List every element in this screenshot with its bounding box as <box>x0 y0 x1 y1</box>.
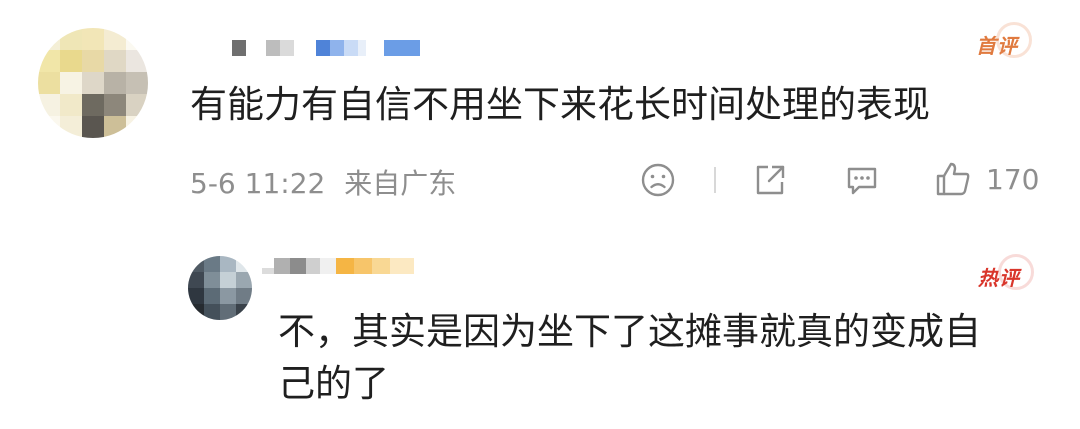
reply-text-line: 己的了 <box>278 362 389 405</box>
comment-button[interactable] <box>844 162 880 198</box>
reply-username[interactable] <box>262 258 414 274</box>
share-button[interactable] <box>752 162 788 198</box>
dislike-face-icon <box>641 163 675 197</box>
badge-decoration-icon <box>996 22 1032 58</box>
share-icon <box>756 165 785 195</box>
comment-icon <box>847 167 877 195</box>
like-count: 170 <box>986 162 1040 196</box>
like-button[interactable]: 170 <box>934 160 1039 198</box>
hot-comment-badge: 热评 <box>978 254 1034 291</box>
reply-text-line: 不，其实是因为坐下了这摊事就真的变成自 <box>278 310 981 353</box>
reply-text: 不，其实是因为坐下了这摊事就真的变成自 己的了 <box>278 306 981 410</box>
comment-date: 5-6 11:22 <box>190 167 326 200</box>
username[interactable] <box>232 40 420 56</box>
first-comment-badge: 首评 <box>976 22 1032 59</box>
comment-meta: 5-6 11:22 来自广东 <box>190 162 456 202</box>
action-divider <box>714 167 716 193</box>
comment-text: 有能力有自信不用坐下来花长时间处理的表现 <box>190 83 930 126</box>
comment-location: 来自广东 <box>344 167 457 200</box>
thumb-up-icon <box>936 162 970 196</box>
reply-avatar[interactable] <box>188 256 252 320</box>
dislike-button[interactable] <box>640 162 676 198</box>
avatar[interactable] <box>38 28 148 138</box>
badge-decoration-icon <box>998 254 1034 290</box>
